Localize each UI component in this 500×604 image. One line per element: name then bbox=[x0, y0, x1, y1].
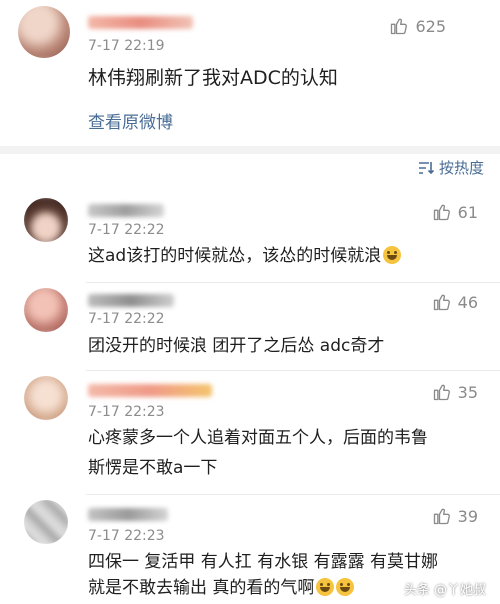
top-comment-like-button[interactable]: 625 bbox=[389, 16, 446, 36]
section-divider bbox=[0, 146, 500, 154]
top-comment-like-count: 625 bbox=[415, 16, 446, 36]
comment-divider bbox=[86, 370, 500, 371]
laugh-emoji-icon bbox=[336, 578, 355, 596]
comment-username[interactable] bbox=[88, 508, 168, 521]
top-comment-time: 7-17 22:19 bbox=[88, 38, 165, 54]
comment-like-button[interactable]: 35 bbox=[432, 382, 478, 402]
comment-like-count: 46 bbox=[457, 292, 478, 312]
comment-username[interactable] bbox=[88, 384, 212, 397]
comment-avatar[interactable] bbox=[24, 198, 68, 242]
comment-time: 7-17 22:22 bbox=[88, 311, 165, 327]
comment-time: 7-17 22:22 bbox=[88, 222, 165, 238]
comment-text-line-2: 斯愣是不敢a一下 bbox=[88, 458, 218, 478]
sort-by-hot-button[interactable]: 按热度 bbox=[418, 157, 484, 178]
comment-time: 7-17 22:23 bbox=[88, 404, 165, 420]
comment-text-line-1: 心疼蒙多一个人追着对面五个人，后面的韦鲁 bbox=[88, 428, 428, 448]
comment-like-count: 39 bbox=[457, 506, 478, 526]
top-comment-username[interactable] bbox=[88, 16, 193, 29]
laugh-emoji-icon bbox=[316, 578, 335, 596]
view-original-weibo-link[interactable]: 查看原微博 bbox=[88, 108, 173, 133]
thumbs-up-icon bbox=[433, 204, 450, 221]
comment-time: 7-17 22:23 bbox=[88, 528, 165, 544]
comment-like-button[interactable]: 46 bbox=[432, 292, 478, 312]
sort-label: 按热度 bbox=[438, 159, 484, 177]
top-comment: 7-17 22:19 625 林伟翔刷新了我对ADC的认知 查看原微博 bbox=[0, 0, 500, 146]
sort-icon bbox=[418, 161, 434, 174]
comment-avatar[interactable] bbox=[24, 376, 68, 420]
comment-avatar[interactable] bbox=[24, 288, 68, 332]
comment-like-button[interactable]: 61 bbox=[432, 202, 478, 222]
thumbs-up-icon bbox=[391, 18, 408, 35]
comment-username[interactable] bbox=[88, 204, 164, 217]
comment-avatar[interactable] bbox=[24, 500, 68, 544]
thumbs-up-icon bbox=[433, 508, 450, 525]
top-comment-avatar[interactable] bbox=[18, 6, 70, 58]
comment-text: 团没开的时候浪 团开了之后怂 adc奇才 bbox=[88, 336, 385, 356]
comment-like-button[interactable]: 39 bbox=[432, 506, 478, 526]
grin-emoji-icon bbox=[383, 246, 402, 264]
comment-divider bbox=[86, 494, 500, 495]
comment-like-count: 35 bbox=[457, 382, 478, 402]
watermark: 头条 @丫她叔 bbox=[403, 583, 486, 598]
comment-text-line-2: 就是不敢去输出 真的看的气啊 bbox=[88, 574, 355, 603]
top-comment-text: 林伟翔刷新了我对ADC的认知 bbox=[88, 67, 338, 89]
comment-divider bbox=[86, 282, 500, 283]
thumbs-up-icon bbox=[433, 384, 450, 401]
thumbs-up-icon bbox=[433, 294, 450, 311]
comment-text-line-1: 四保一 复活甲 有人扛 有水银 有露露 有莫甘娜 bbox=[88, 552, 439, 572]
comment-text: 这ad该打的时候就怂，该怂的时候就浪 bbox=[88, 242, 402, 271]
comment-username[interactable] bbox=[88, 294, 174, 307]
comment-like-count: 61 bbox=[457, 202, 478, 222]
